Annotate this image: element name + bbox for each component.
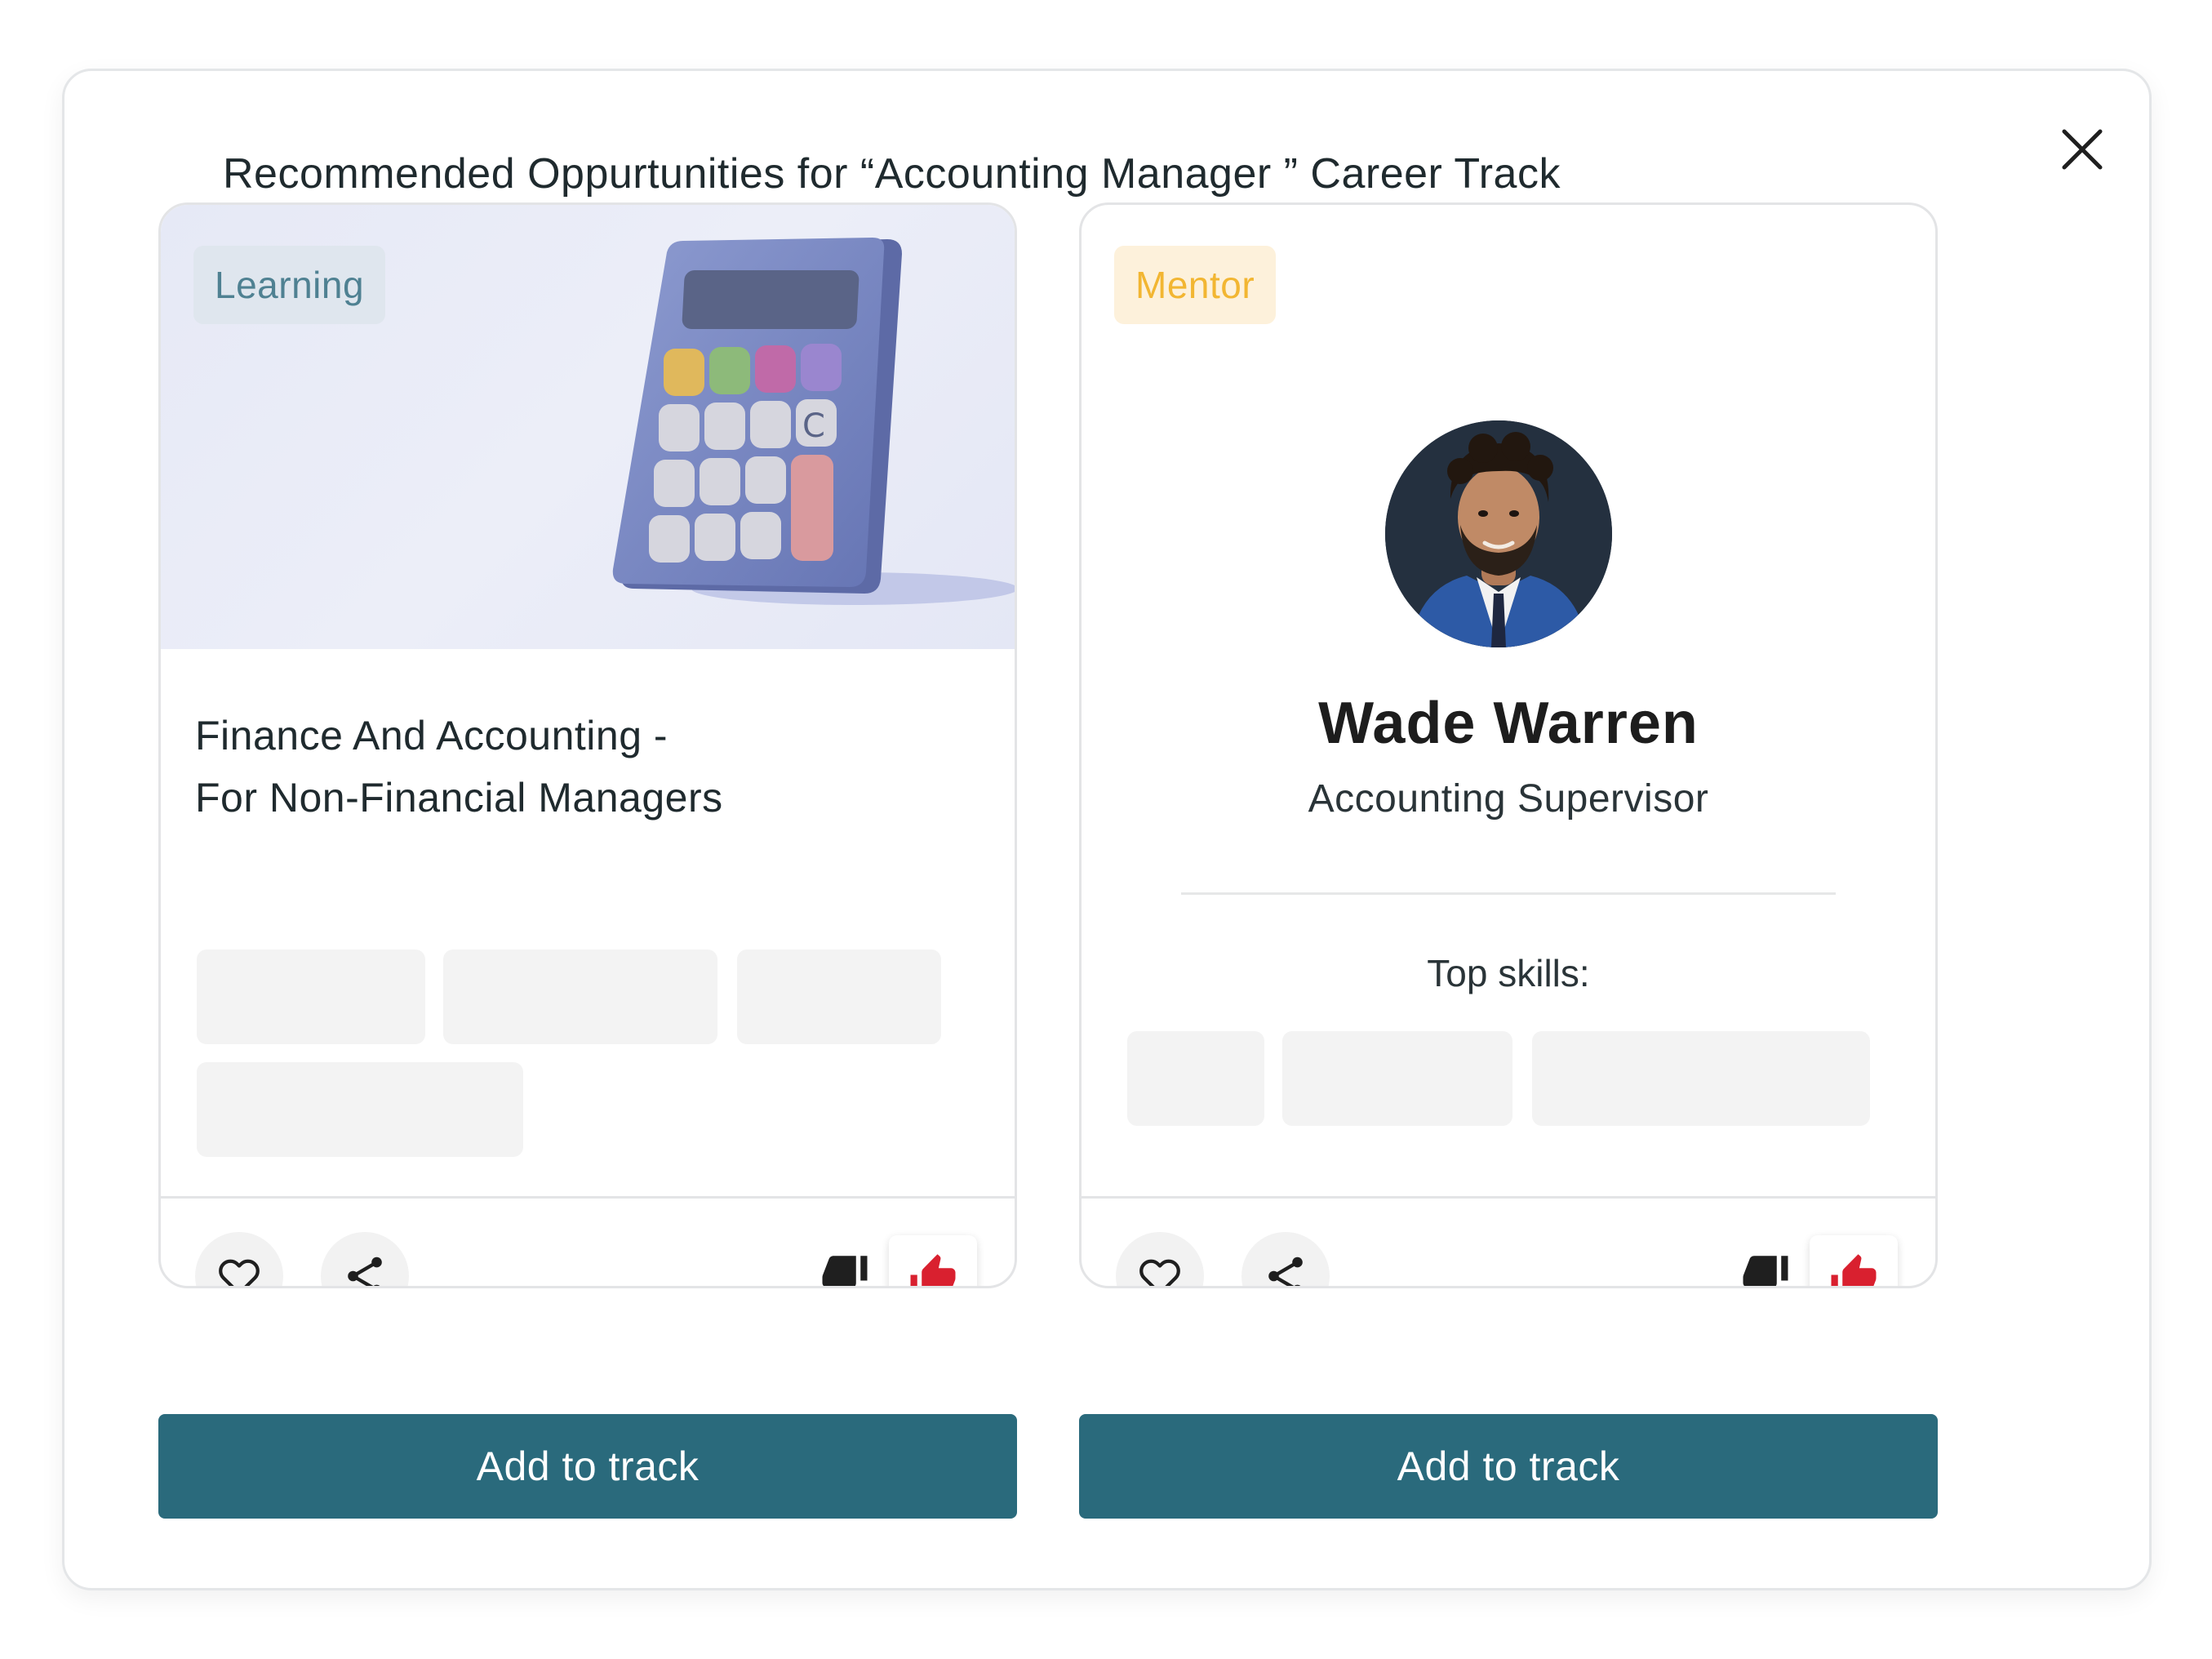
dislike-button[interactable] (1726, 1237, 1805, 1286)
add-to-track-button-mentor[interactable]: Add to track (1079, 1414, 1938, 1519)
thumbs-down-icon (1743, 1256, 1788, 1286)
heart-icon (1139, 1259, 1180, 1286)
thumbs-up-icon (910, 1254, 956, 1286)
mentor-card[interactable]: Mentor Wade Warren Accounting Supervisor… (1079, 202, 1938, 1288)
like-button[interactable] (1810, 1235, 1898, 1286)
skill-placeholder (443, 950, 717, 1044)
thumbs-up-icon (1831, 1254, 1877, 1286)
close-icon (2062, 129, 2103, 170)
skill-placeholder (197, 1062, 523, 1157)
favorite-button[interactable] (1116, 1232, 1204, 1286)
skill-placeholder (1127, 1031, 1264, 1126)
card-footer-divider (161, 1196, 1015, 1199)
mentor-divider (1181, 892, 1836, 895)
modal-title: Recommended Oppurtunities for “Accountin… (223, 150, 1561, 198)
skill-placeholder (197, 950, 425, 1044)
mentor-tag: Mentor (1114, 246, 1277, 324)
skill-placeholder (1282, 1031, 1512, 1126)
favorite-button[interactable] (195, 1232, 283, 1286)
learning-tag: Learning (193, 246, 386, 324)
skill-placeholder (1532, 1031, 1870, 1126)
mentor-name: Wade Warren (1318, 691, 1699, 756)
course-title[interactable]: Finance And Accounting - For Non-Financi… (195, 705, 930, 829)
heart-icon (219, 1259, 260, 1286)
skill-placeholder (737, 950, 941, 1044)
mentor-role: Accounting Supervisor (1308, 777, 1709, 821)
add-to-track-button-learning[interactable]: Add to track (158, 1414, 1017, 1519)
close-button[interactable] (2050, 117, 2115, 182)
svg-text:C: C (802, 407, 825, 445)
like-button[interactable] (889, 1235, 977, 1286)
avatar (1385, 420, 1612, 647)
thumbs-down-icon (822, 1256, 868, 1286)
calculator-illustration: C (612, 238, 1015, 605)
share-button[interactable] (321, 1232, 409, 1286)
dislike-button[interactable] (806, 1237, 884, 1286)
top-skills-label: Top skills: (1427, 952, 1590, 994)
share-icon (1268, 1256, 1303, 1286)
share-icon (348, 1256, 382, 1286)
mentor-photo (1385, 420, 1612, 647)
course-title-line2: For Non-Financial Managers (195, 775, 723, 821)
course-title-line1: Finance And Accounting - (195, 713, 668, 758)
share-button[interactable] (1241, 1232, 1330, 1286)
card-footer-divider (1082, 1196, 1935, 1199)
learning-card[interactable]: C Learning Finance And Accounting - For … (158, 202, 1017, 1288)
